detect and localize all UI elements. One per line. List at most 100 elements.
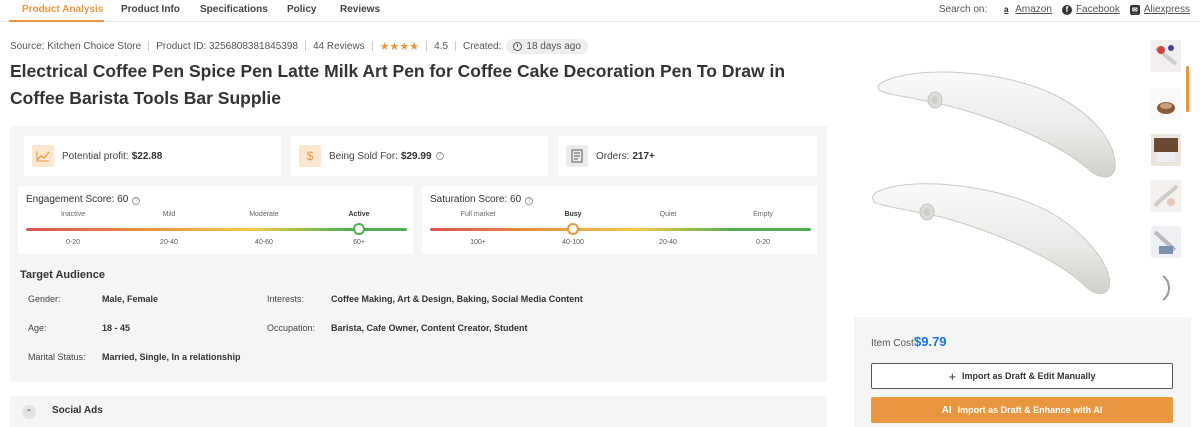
saturation-score-title: Saturation Score: 60?: [430, 194, 534, 205]
item-cost-value: $9.79: [914, 334, 947, 349]
engagement-score-bar: [26, 228, 407, 231]
divider: [426, 41, 428, 51]
engagement-level-active: Active: [348, 211, 370, 218]
engagement-score-indicator: [353, 223, 365, 235]
plus-icon: +: [948, 368, 957, 384]
marital-status-label: Marital Status:: [28, 352, 86, 362]
engagement-level-moderate: Moderate: [249, 211, 279, 218]
tab-specifications[interactable]: Specifications: [200, 4, 268, 15]
aliexpress-link[interactable]: ✉ Aliexpress: [1129, 4, 1190, 15]
clock-icon: [513, 41, 523, 51]
created-badge: 18 days ago: [506, 38, 588, 54]
created-label: Created:: [463, 40, 502, 52]
info-icon[interactable]: ?: [525, 197, 534, 205]
sold-value: $29.99: [400, 150, 432, 162]
gender-label: Gender:: [28, 294, 61, 304]
engagement-range: 0-20: [65, 239, 81, 246]
tab-product-analysis[interactable]: Product Analysis: [22, 4, 103, 15]
created-value: 18 days ago: [526, 40, 581, 52]
engagement-level-inactive: Inactive: [60, 211, 86, 218]
age-value: 18 - 45: [102, 323, 131, 333]
rating-value: 4.5: [434, 40, 449, 52]
aliexpress-link-label: Aliexpress: [1143, 4, 1190, 15]
chevron-up-icon[interactable]: ⌃: [22, 405, 36, 419]
product-id: Product ID: 3256808381845398: [156, 40, 298, 52]
info-icon[interactable]: ?: [132, 197, 141, 205]
search-on-label: Search on:: [938, 4, 988, 15]
import-panel: Item Cost $9.79 + Import as Draft & Edit…: [854, 317, 1191, 427]
amazon-link[interactable]: a Amazon: [1001, 4, 1052, 15]
top-nav: Product Analysis Product Info Specificat…: [0, 0, 1200, 22]
divider: [304, 41, 306, 51]
thumbnail-5[interactable]: [1151, 226, 1181, 258]
chart-trend-icon: [32, 145, 54, 167]
thumbnail-1[interactable]: [1151, 40, 1181, 72]
profit-value: $22.88: [131, 150, 163, 162]
saturation-range: 40-100: [562, 239, 584, 246]
saturation-level-full: Full market: [460, 211, 496, 218]
sold-label: Being Sold For:: [329, 150, 398, 162]
tab-policy[interactable]: Policy: [287, 4, 316, 15]
saturation-range: 0-20: [755, 239, 771, 246]
facebook-link[interactable]: f Facebook: [1061, 4, 1120, 15]
saturation-score-card: Saturation Score: 60? Full market Busy Q…: [422, 186, 817, 254]
thumbnail-3[interactable]: [1151, 134, 1181, 166]
import-manual-label: Import as Draft & Edit Manually: [962, 371, 1096, 381]
orders-card: Orders: 217+: [558, 136, 817, 176]
item-cost-label: Item Cost: [871, 338, 914, 349]
engagement-range: 60+: [353, 239, 365, 246]
orders-value: 217+: [632, 150, 655, 162]
import-ai-label: Import as Draft & Enhance with AI: [957, 405, 1103, 415]
interests-value: Coffee Making, Art & Design, Baking, Soc…: [331, 294, 583, 304]
mail-icon: ✉: [1129, 4, 1140, 15]
age-label: Age:: [28, 323, 47, 333]
search-on: Search on: a Amazon f Facebook ✉ Aliexpr…: [939, 4, 1190, 15]
potential-profit-card: Potential profit: $22.88: [24, 136, 281, 176]
saturation-score-bar: [430, 228, 811, 231]
info-icon[interactable]: ?: [435, 152, 444, 160]
profit-label: Potential profit:: [62, 150, 129, 162]
divider: [455, 41, 457, 51]
amazon-link-label: Amazon: [1015, 4, 1052, 15]
import-edit-manually-button[interactable]: + Import as Draft & Edit Manually: [871, 363, 1173, 389]
target-audience-title: Target Audience: [20, 269, 105, 281]
receipt-icon: [566, 145, 588, 167]
divider: [371, 41, 373, 51]
saturation-score-indicator: [567, 223, 579, 235]
engagement-range: 20-40: [160, 239, 178, 246]
saturation-level-empty: Empty: [753, 211, 773, 218]
gender-value: Male, Female: [102, 294, 159, 304]
social-ads-label: Social Ads: [52, 405, 103, 416]
engagement-score-card: Engagement Score: 60? Inactive Mild Mode…: [18, 186, 413, 254]
orders-label: Orders:: [596, 150, 630, 162]
saturation-range: 100+: [470, 239, 486, 246]
active-tab-indicator: [9, 20, 104, 22]
marital-status-value: Married, Single, In a relationship: [102, 352, 241, 362]
engagement-level-mild: Mild: [162, 211, 176, 218]
thumbnail-4[interactable]: [1151, 180, 1181, 212]
thumbnail-scrollbar[interactable]: [1186, 66, 1189, 112]
occupation-value: Barista, Cafe Owner, Content Creator, St…: [331, 323, 528, 333]
product-title: Electrical Coffee Pen Spice Pen Latte Mi…: [10, 61, 786, 108]
being-sold-card: $ Being Sold For: $29.99 ?: [291, 136, 548, 176]
engagement-range: 40-60: [255, 239, 273, 246]
saturation-level-busy: Busy: [564, 211, 582, 218]
ai-sparkle-icon: AI: [941, 404, 952, 416]
tab-product-info[interactable]: Product Info: [121, 4, 180, 15]
thumbnail-6[interactable]: [1151, 272, 1181, 304]
facebook-link-label: Facebook: [1075, 4, 1120, 15]
saturation-level-quiet: Quiet: [659, 211, 677, 218]
thumbnail-2[interactable]: [1151, 88, 1181, 120]
product-meta: Source: Kitchen Choice Store Product ID:…: [10, 38, 588, 54]
tab-reviews[interactable]: Reviews: [340, 4, 380, 15]
product-image: [872, 71, 1116, 295]
dollar-icon: $: [299, 145, 321, 167]
interests-label: Interests:: [267, 294, 305, 304]
social-ads-section[interactable]: ⌃ Social Ads: [10, 396, 827, 427]
facebook-icon: f: [1061, 4, 1072, 15]
star-rating-icon: ★★★★: [379, 40, 420, 53]
analysis-panel: Potential profit: $22.88 $ Being Sold Fo…: [10, 126, 827, 382]
source-store: Source: Kitchen Choice Store: [10, 40, 142, 52]
saturation-range: 20-40: [659, 239, 677, 246]
import-enhance-ai-button[interactable]: AI Import as Draft & Enhance with AI: [871, 397, 1173, 423]
